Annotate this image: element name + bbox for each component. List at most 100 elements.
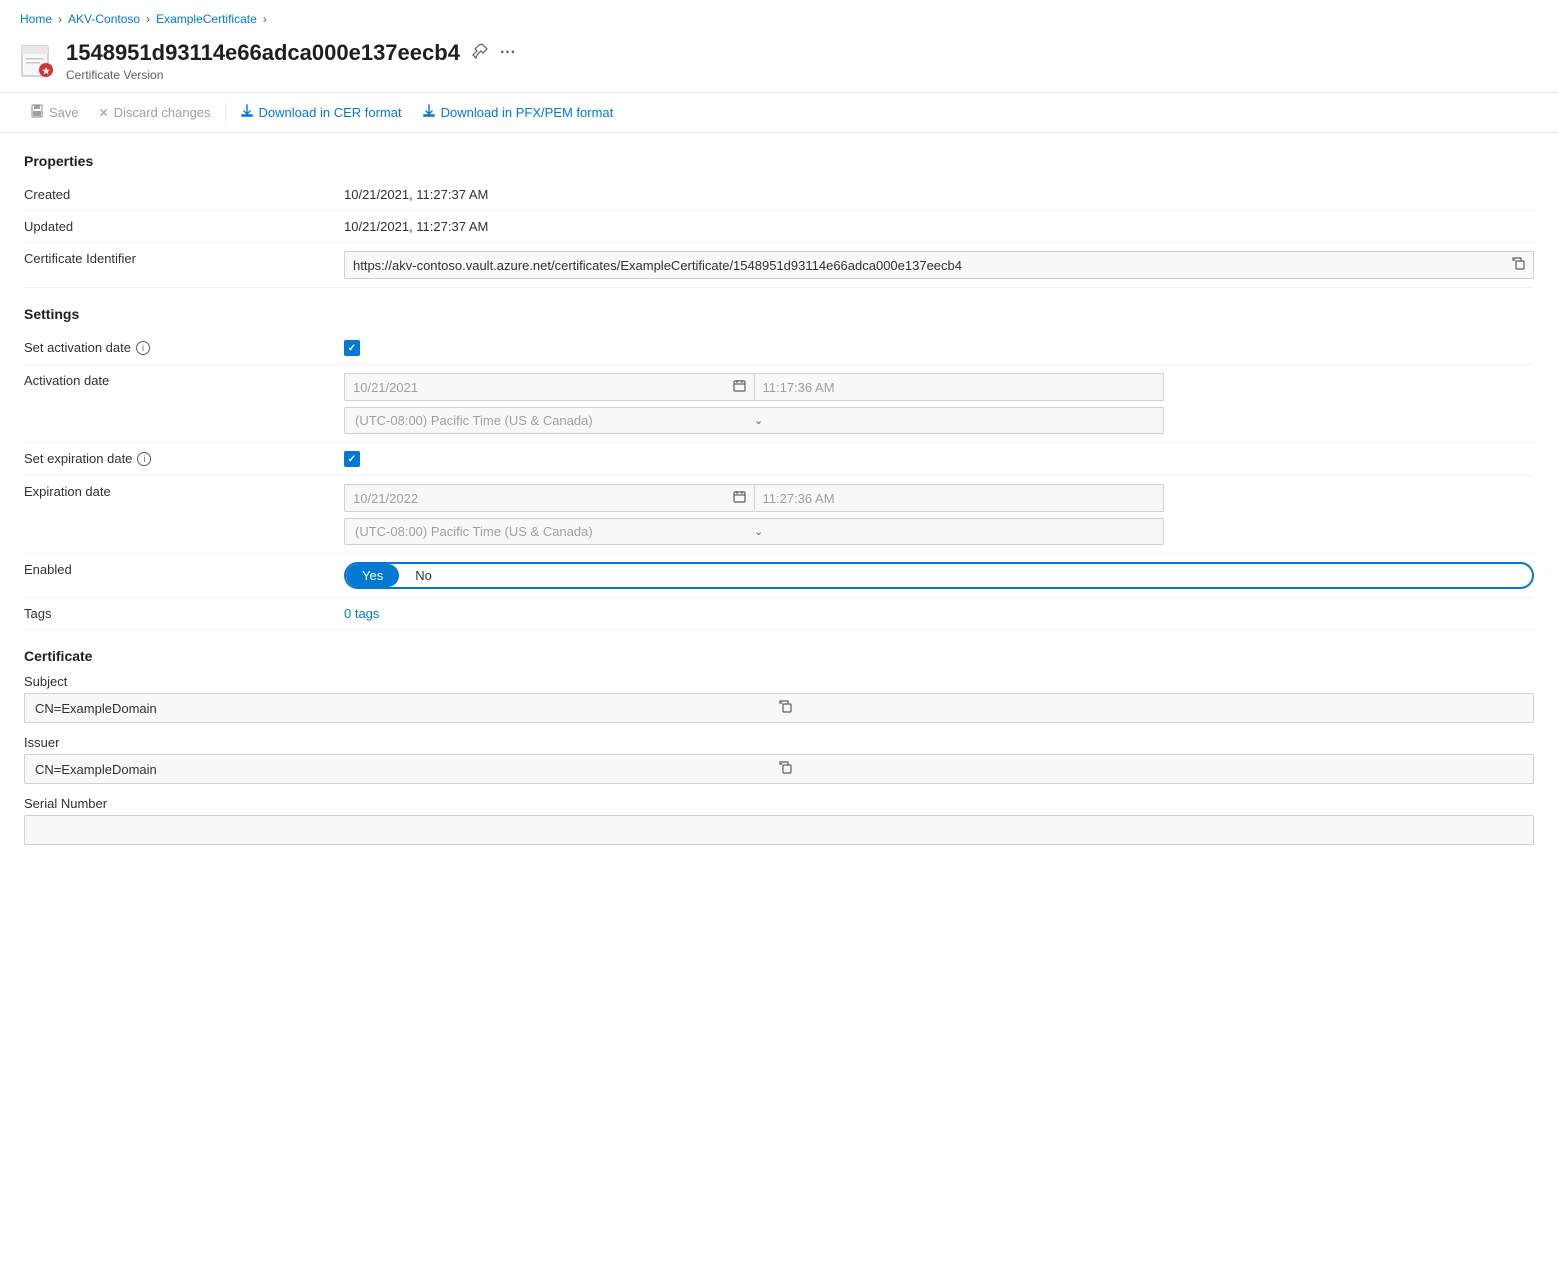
page-header: ★ 1548951d93114e66adca000e137eecb4 ··· C…	[0, 34, 1558, 92]
download-cer-button[interactable]: Download in CER format	[230, 99, 412, 126]
updated-row: Updated 10/21/2021, 11:27:37 AM	[24, 211, 1534, 243]
properties-section-title: Properties	[24, 153, 1534, 169]
tags-row: Tags 0 tags	[24, 598, 1534, 630]
enabled-value: Yes No	[344, 562, 1534, 589]
copy-cert-id-icon[interactable]	[1512, 257, 1525, 273]
discard-label: Discard changes	[114, 105, 211, 120]
enabled-no-button[interactable]: No	[399, 564, 448, 587]
activation-date-field[interactable]	[353, 380, 729, 395]
close-icon: ✕	[99, 106, 109, 120]
set-expiration-row: Set expiration date i	[24, 443, 1534, 476]
download-cer-label: Download in CER format	[259, 105, 402, 120]
expiration-date-row: Expiration date (UTC-08:00) Pacific Time…	[24, 476, 1534, 554]
save-label: Save	[49, 105, 79, 120]
activation-time-input[interactable]	[755, 373, 1165, 401]
activation-date-label: Activation date	[24, 373, 344, 388]
activation-tz-text: (UTC-08:00) Pacific Time (US & Canada)	[355, 413, 754, 428]
serial-input-field	[24, 815, 1534, 845]
subject-value: CN=ExampleDomain	[35, 701, 779, 716]
activation-datetime-row	[344, 373, 1164, 401]
expiration-date-label: Expiration date	[24, 484, 344, 499]
created-label: Created	[24, 187, 344, 202]
copy-issuer-icon[interactable]	[779, 761, 1523, 777]
certificate-icon: ★	[20, 42, 56, 78]
cert-id-field	[344, 251, 1534, 279]
cert-id-value	[344, 251, 1534, 279]
expiration-timezone-select[interactable]: (UTC-08:00) Pacific Time (US & Canada) ⌄	[344, 518, 1164, 545]
breadcrumb-cert[interactable]: ExampleCertificate	[156, 12, 257, 26]
svg-text:★: ★	[42, 66, 51, 76]
expiration-time-input[interactable]	[755, 484, 1165, 512]
activation-date-row: Activation date (UTC-08:00) Pacific Time…	[24, 365, 1534, 443]
toolbar: Save ✕ Discard changes Download in CER f…	[0, 92, 1558, 133]
issuer-label: Issuer	[24, 735, 1534, 750]
subject-field: Subject CN=ExampleDomain	[24, 674, 1534, 723]
header-content: 1548951d93114e66adca000e137eecb4 ··· Cer…	[66, 40, 1538, 82]
save-button[interactable]: Save	[20, 99, 89, 126]
activation-calendar-icon[interactable]	[733, 379, 746, 395]
enabled-toggle[interactable]: Yes No	[344, 562, 1534, 589]
breadcrumb-vault[interactable]: AKV-Contoso	[68, 12, 140, 26]
expiration-date-value: (UTC-08:00) Pacific Time (US & Canada) ⌄	[344, 484, 1164, 545]
expiration-calendar-icon[interactable]	[733, 490, 746, 506]
download-pfx-button[interactable]: Download in PFX/PEM format	[412, 99, 624, 126]
pin-icon[interactable]	[472, 43, 488, 64]
download-pfx-label: Download in PFX/PEM format	[441, 105, 614, 120]
tags-value: 0 tags	[344, 606, 1534, 621]
download-pfx-icon	[422, 104, 436, 121]
activation-checkbox[interactable]	[344, 340, 360, 356]
expiration-time-field[interactable]	[763, 491, 1156, 506]
certificate-section-title: Certificate	[24, 648, 1534, 664]
cert-id-input[interactable]	[353, 258, 1506, 273]
tags-link[interactable]: 0 tags	[344, 606, 379, 621]
serial-field: Serial Number	[24, 796, 1534, 845]
save-icon	[30, 104, 44, 121]
issuer-value: CN=ExampleDomain	[35, 762, 779, 777]
activation-date-value: (UTC-08:00) Pacific Time (US & Canada) ⌄	[344, 373, 1164, 434]
expiration-date-input[interactable]	[344, 484, 755, 512]
set-activation-text: Set activation date	[24, 340, 131, 355]
discard-button[interactable]: ✕ Discard changes	[89, 100, 221, 125]
cert-id-row: Certificate Identifier	[24, 243, 1534, 288]
breadcrumb-home[interactable]: Home	[20, 12, 52, 26]
set-activation-label: Set activation date i	[24, 340, 344, 355]
copy-subject-icon[interactable]	[779, 700, 1523, 716]
set-expiration-text: Set expiration date	[24, 451, 132, 466]
updated-label: Updated	[24, 219, 344, 234]
created-row: Created 10/21/2021, 11:27:37 AM	[24, 179, 1534, 211]
breadcrumb-sep3: ›	[263, 12, 267, 26]
cert-id-label: Certificate Identifier	[24, 251, 344, 266]
expiration-datetime-row	[344, 484, 1164, 512]
set-expiration-label: Set expiration date i	[24, 451, 344, 466]
main-content: Properties Created 10/21/2021, 11:27:37 …	[0, 153, 1558, 845]
expiration-tz-text: (UTC-08:00) Pacific Time (US & Canada)	[355, 524, 754, 539]
activation-date-input[interactable]	[344, 373, 755, 401]
page-title: 1548951d93114e66adca000e137eecb4 ···	[66, 40, 1538, 66]
expiration-checkbox-wrap	[344, 451, 1534, 467]
created-value: 10/21/2021, 11:27:37 AM	[344, 187, 1534, 202]
issuer-field: Issuer CN=ExampleDomain	[24, 735, 1534, 784]
enabled-row: Enabled Yes No	[24, 554, 1534, 598]
activation-info-icon[interactable]: i	[136, 341, 150, 355]
breadcrumb: Home › AKV-Contoso › ExampleCertificate …	[0, 0, 1558, 34]
set-expiration-value	[344, 451, 1534, 467]
enabled-label: Enabled	[24, 562, 344, 577]
more-options-icon[interactable]: ···	[500, 44, 516, 62]
activation-checkbox-wrap	[344, 340, 1534, 356]
activation-tz-chevron: ⌄	[754, 414, 1153, 427]
expiration-info-icon[interactable]: i	[137, 452, 151, 466]
set-activation-row: Set activation date i	[24, 332, 1534, 365]
activation-time-field[interactable]	[763, 380, 1156, 395]
enabled-yes-button[interactable]: Yes	[346, 564, 399, 587]
expiration-checkbox[interactable]	[344, 451, 360, 467]
subject-label: Subject	[24, 674, 1534, 689]
expiration-date-field[interactable]	[353, 491, 729, 506]
activation-timezone-select[interactable]: (UTC-08:00) Pacific Time (US & Canada) ⌄	[344, 407, 1164, 434]
settings-section-title: Settings	[24, 306, 1534, 322]
page-subtitle: Certificate Version	[66, 68, 1538, 82]
issuer-input-field: CN=ExampleDomain	[24, 754, 1534, 784]
expiration-tz-chevron: ⌄	[754, 525, 1153, 538]
serial-label: Serial Number	[24, 796, 1534, 811]
set-activation-value	[344, 340, 1534, 356]
download-cer-icon	[240, 104, 254, 121]
